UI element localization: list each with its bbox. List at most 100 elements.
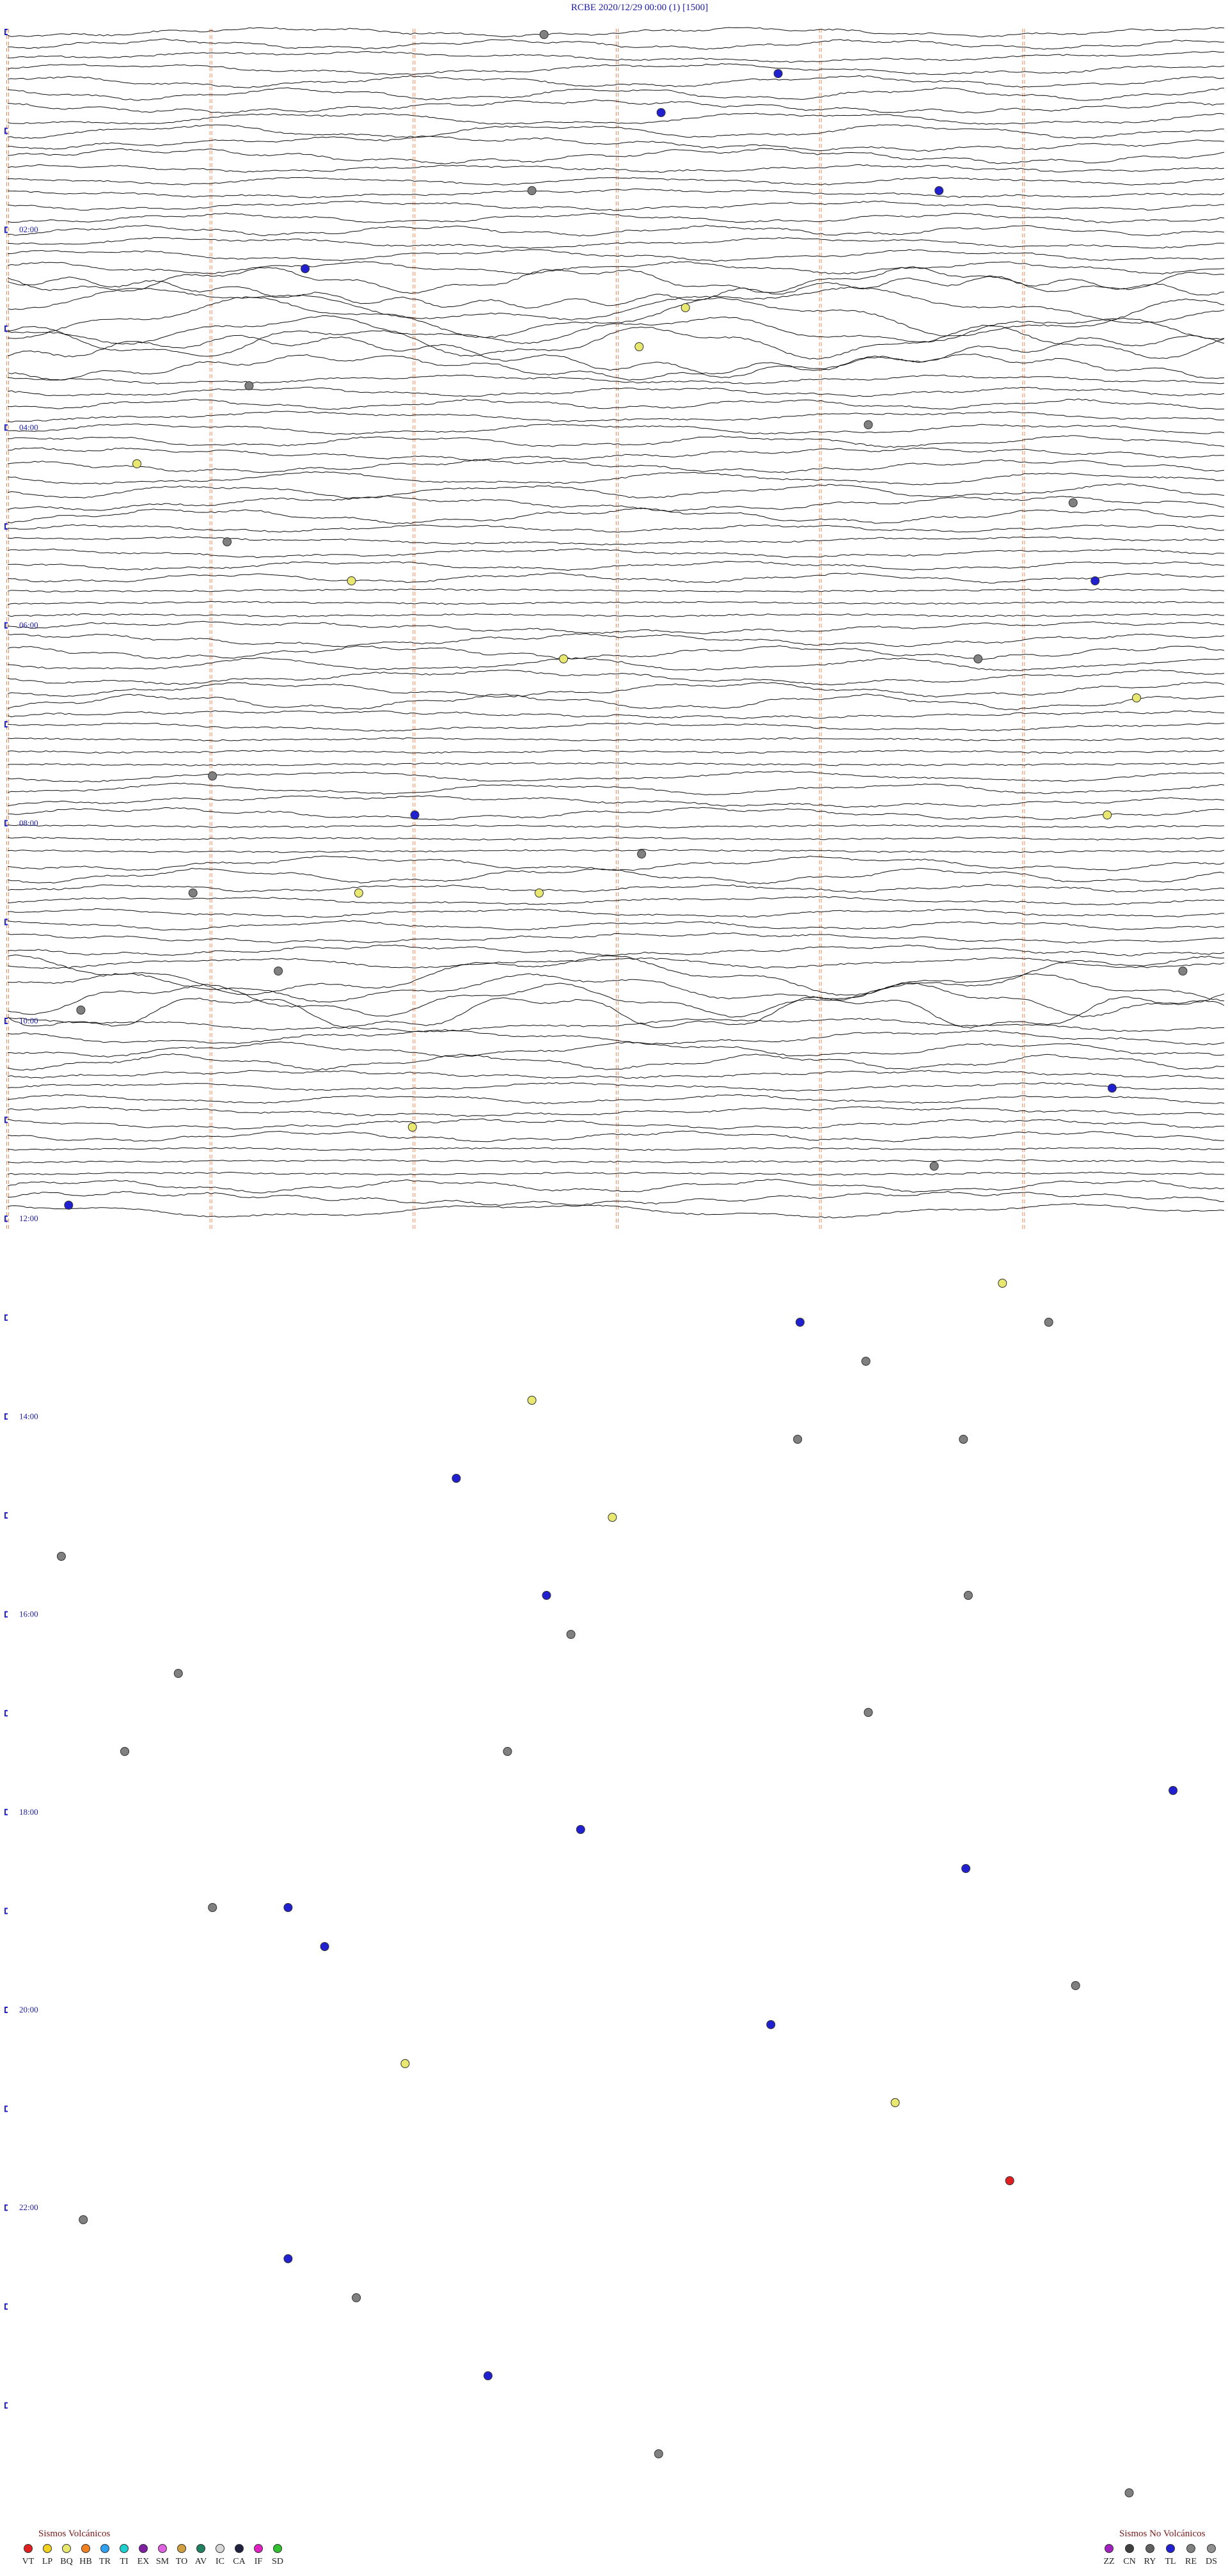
hour-tick [4,1908,8,1915]
legend-swatch-re [1186,2544,1195,2553]
event-marker-VT [1005,2176,1014,2185]
legend-code-if: IF [255,2557,263,2566]
hour-label: 08:00 [19,818,38,828]
event-marker-RE [637,849,647,858]
legend-swatch-lp [43,2544,52,2553]
hour-tick [4,1413,8,1420]
event-marker-RE [963,1591,973,1600]
event-marker-RE [208,1903,217,1912]
event-marker-RE [173,1669,183,1678]
event-marker-BQ [400,2059,410,2068]
legend-code-cn: CN [1123,2557,1135,2566]
legend-volcanic-title: Sismos Volcánicos [38,2529,111,2539]
legend-code-zz: ZZ [1103,2557,1114,2566]
legend-code-tl: TL [1165,2557,1176,2566]
event-marker-BQ [354,889,363,897]
legend-non-volcanic: Sismos No Volcánicos ZZ CN RY TL RE DS [1103,2529,1217,2566]
hour-tick [4,2402,8,2409]
hour-tick [4,2007,8,2013]
event-marker-TL [1169,1786,1178,1795]
event-marker-RE [503,1747,512,1756]
hour-label: 22:00 [19,2202,38,2212]
event-marker-RE [1044,1318,1053,1327]
event-marker-BQ [1103,810,1112,819]
hour-label: 04:00 [19,422,38,432]
event-marker-RE [79,2215,88,2224]
event-marker-RE [929,1162,939,1171]
event-marker-BQ [634,342,644,351]
event-marker-TL [576,1825,585,1834]
event-marker-TL [484,2371,492,2380]
event-marker-TL [283,2254,293,2263]
legend-swatch-if [254,2544,263,2553]
event-marker-TL [1107,1084,1117,1093]
legend-swatch-ex [139,2544,148,2553]
event-marker-RE [1071,1981,1080,1990]
event-marker-BQ [559,654,569,663]
legend-swatch-tr [100,2544,109,2553]
legend-swatch-hb [81,2544,90,2553]
event-marker-TL [934,186,944,195]
hour-label: 14:00 [19,1411,38,1421]
hour-tick [4,2105,8,2112]
helicorder-plot: RCBE 2020/12/29 00:00 (1) [1500] 02:00 04… [4,3,1225,2566]
hour-tick [4,1611,8,1618]
legend-swatch-to [177,2544,186,2553]
legend-code-lp: LP [42,2557,53,2566]
event-marker-RE [352,2293,361,2302]
event-marker-TL [1090,576,1100,585]
legend-swatch-ds [1207,2544,1216,2553]
hour-label: 12:00 [19,1213,38,1223]
event-marker-TL [542,1591,551,1600]
legend-code-to: TO [176,2557,187,2566]
legend-code-sd: SD [272,2557,283,2566]
event-marker-TL [452,1474,461,1483]
legend-code-ti: TI [120,2557,129,2566]
legend-swatch-ti [120,2544,129,2553]
event-marker-BQ [347,576,356,585]
legend-swatch-tl [1166,2544,1175,2553]
event-marker-BQ [608,1513,617,1522]
hour-label: 16:00 [19,1609,38,1619]
legend-swatch-sd [273,2544,282,2553]
hour-tick [4,1808,8,1815]
legend-code-ex: EX [138,2557,150,2566]
event-marker-RE [56,1552,66,1561]
event-marker-BQ [681,303,690,312]
hour-label: 02:00 [19,225,38,234]
legend-code-hb: HB [79,2557,91,2566]
event-marker-RE [973,654,983,663]
legend-swatch-ry [1145,2544,1154,2553]
hour-label: 06:00 [19,620,38,630]
event-marker-RE [539,30,549,39]
event-marker-RE [566,1630,576,1639]
legend-code-vt: VT [22,2557,35,2566]
legend-swatch-ic [216,2544,224,2553]
event-marker-BQ [1132,693,1141,702]
hour-label: 20:00 [19,2005,38,2014]
legend-swatch-av [196,2544,205,2553]
event-marker-RE [223,537,232,546]
legend-swatch-vt [24,2544,33,2553]
event-marker-RE [1068,498,1078,507]
event-marker-BQ [407,1123,417,1132]
event-marker-RE [861,1357,870,1366]
legend-code-ds: DS [1206,2557,1217,2566]
event-marker-RE [188,889,198,897]
trace-row [7,982,1225,1018]
legend-code-ry: RY [1144,2557,1156,2566]
legend-swatch-sm [158,2544,167,2553]
event-marker-RE [1124,2488,1134,2497]
event-marker-TL [283,1903,293,1912]
event-marker-BQ [527,1396,537,1405]
legend-code-re: RE [1185,2557,1197,2566]
event-marker-TL [320,1942,329,1951]
trace-row [7,710,1225,719]
legend-code-tr: TR [99,2557,111,2566]
event-marker-TL [766,2020,776,2029]
event-marker-BQ [132,459,141,468]
legend-code-bq: BQ [60,2557,72,2566]
hour-tick [4,1314,8,1321]
legend-swatch-cn [1125,2544,1134,2553]
seismic-traces [7,27,1225,1219]
